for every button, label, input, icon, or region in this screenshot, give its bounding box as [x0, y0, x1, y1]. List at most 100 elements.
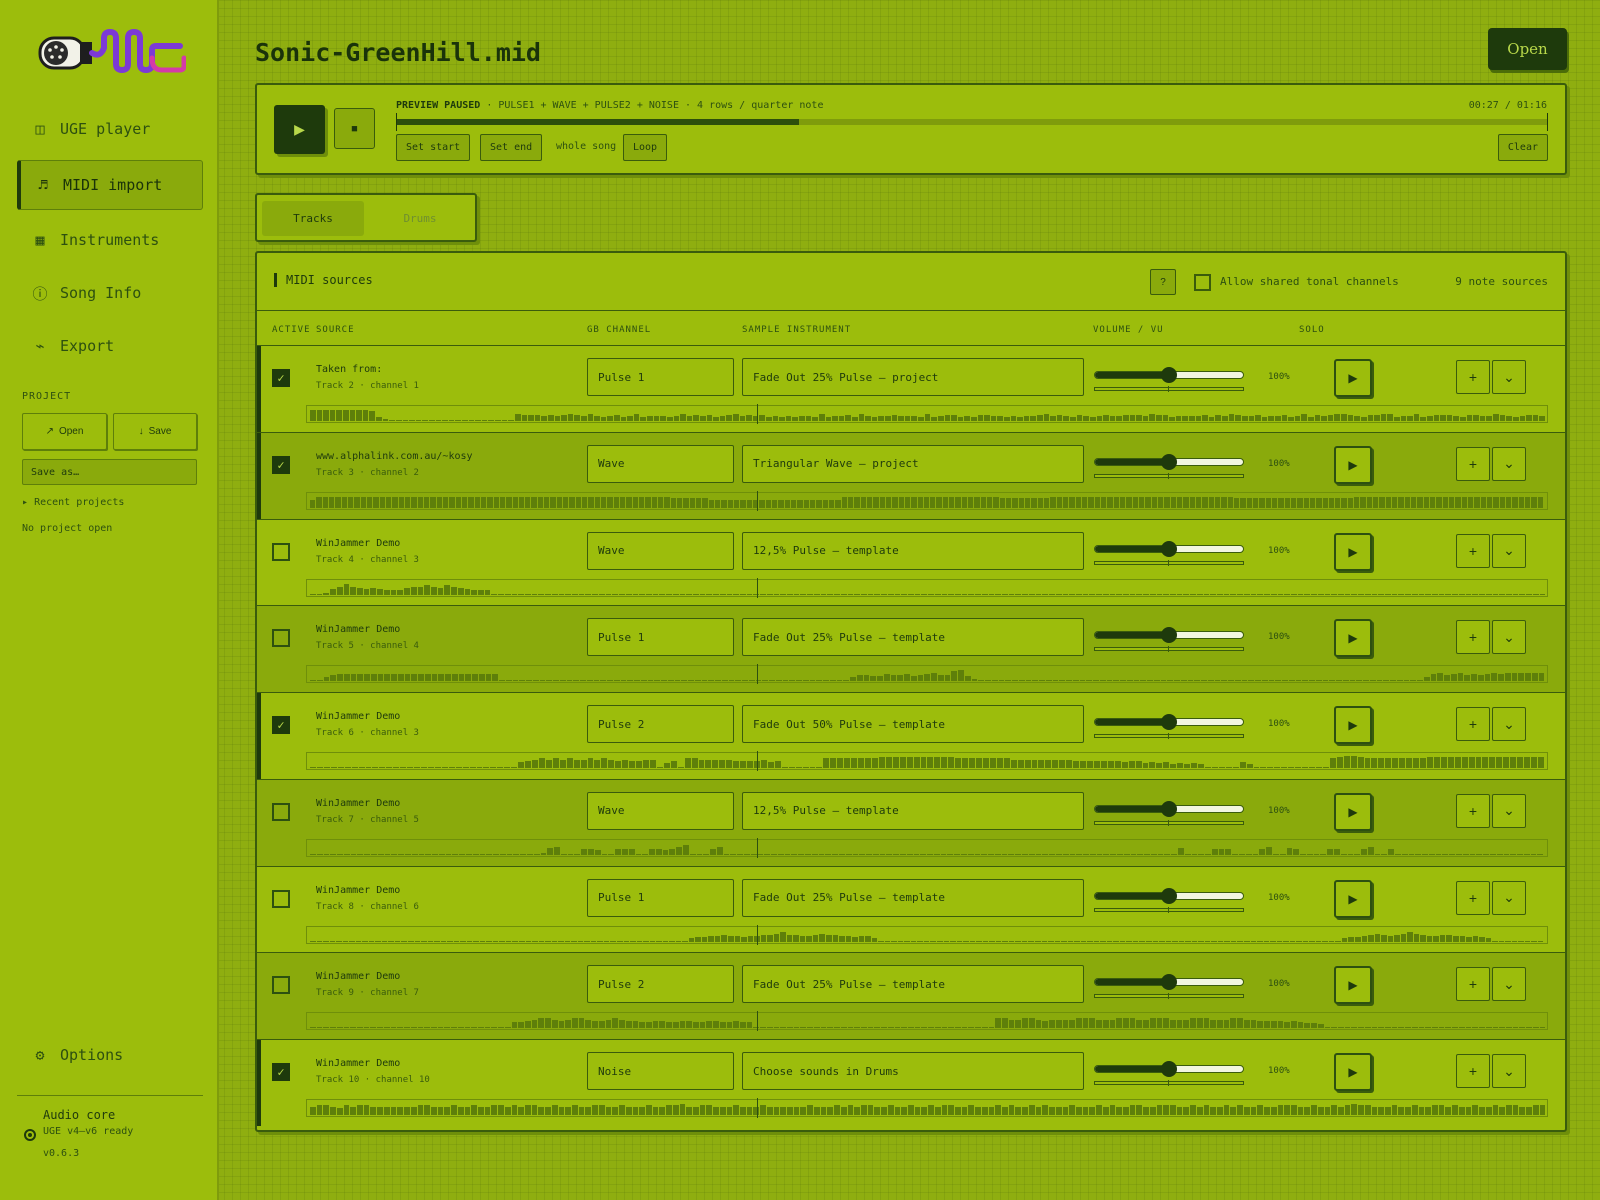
active-checkbox[interactable]	[272, 976, 290, 995]
solo-play-button[interactable]: ▶	[1334, 879, 1372, 918]
gb-channel-select[interactable]: Wave	[587, 444, 734, 483]
clear-button[interactable]: Clear	[1497, 134, 1548, 161]
activity-block	[1406, 758, 1413, 768]
solo-play-button[interactable]: ▶	[1334, 619, 1372, 658]
expand-button[interactable]: ⌄	[1492, 880, 1526, 915]
expand-button[interactable]: ⌄	[1492, 707, 1526, 741]
sample-instrument-select[interactable]: Fade Out 25% Pulse — project	[742, 358, 1084, 396]
sample-instrument-select[interactable]: Fade Out 25% Pulse — template	[742, 878, 1084, 917]
volume-knob[interactable]	[1161, 974, 1177, 991]
active-checkbox[interactable]	[272, 889, 290, 908]
help-button[interactable]: ?	[1150, 269, 1176, 295]
solo-play-button[interactable]: ▶	[1334, 1053, 1372, 1091]
gb-channel-select[interactable]: Pulse 1	[587, 618, 734, 657]
solo-play-button[interactable]: ▶	[1334, 532, 1372, 571]
volume-knob[interactable]	[1161, 887, 1177, 904]
volume-knob[interactable]	[1161, 540, 1177, 557]
tab-drums[interactable]: Drums	[369, 201, 471, 236]
volume-slider[interactable]	[1094, 887, 1244, 904]
volume-knob[interactable]	[1161, 453, 1177, 470]
nav-export[interactable]: ⌁ Export	[17, 321, 203, 371]
add-button[interactable]: +	[1456, 967, 1490, 1002]
expand-button[interactable]: ⌄	[1492, 793, 1526, 828]
volume-slider[interactable]	[1094, 800, 1244, 817]
expand-button[interactable]: ⌄	[1492, 620, 1526, 655]
solo-play-button[interactable]: ▶	[1334, 792, 1372, 831]
nav-options[interactable]: ⚙ Options	[17, 1030, 203, 1080]
seek-bar[interactable]	[396, 113, 1548, 131]
active-checkbox[interactable]: ✓	[272, 455, 290, 474]
play-button[interactable]: ▶	[274, 105, 325, 154]
volume-knob[interactable]	[1161, 627, 1177, 644]
gb-channel-select[interactable]: Noise	[587, 1052, 734, 1090]
expand-button[interactable]: ⌄	[1492, 446, 1526, 481]
sample-instrument-select[interactable]: 12,5% Pulse — template	[742, 531, 1084, 570]
expand-button[interactable]: ⌄	[1492, 360, 1526, 394]
volume-slider[interactable]	[1094, 367, 1244, 383]
add-button[interactable]: +	[1456, 446, 1490, 481]
save-as-input[interactable]	[22, 459, 197, 485]
active-checkbox[interactable]	[272, 629, 290, 648]
volume-knob[interactable]	[1161, 714, 1177, 730]
loop-start-marker[interactable]	[396, 113, 397, 131]
active-checkbox[interactable]: ✓	[272, 716, 290, 734]
recent-projects-toggle[interactable]: ▸ Recent projects	[22, 497, 124, 508]
sample-instrument-select[interactable]: Fade Out 25% Pulse — template	[742, 965, 1084, 1004]
nav-uge-player[interactable]: ◫ UGE player	[17, 104, 203, 154]
sample-instrument-select[interactable]: Fade Out 50% Pulse — template	[742, 705, 1084, 743]
volume-slider[interactable]	[1094, 714, 1244, 730]
project-open-button[interactable]: ↗ Open	[22, 413, 107, 450]
nav-song-info[interactable]: ⓘ Song Info	[17, 268, 203, 318]
active-checkbox[interactable]	[272, 542, 290, 561]
tab-tracks[interactable]: Tracks	[262, 201, 364, 236]
shared-channels-checkbox[interactable]	[1194, 274, 1211, 291]
active-checkbox[interactable]	[272, 802, 290, 821]
activity-block	[874, 1027, 881, 1029]
gb-channel-select[interactable]: Wave	[587, 791, 734, 830]
gb-channel-select[interactable]: Pulse 2	[587, 705, 734, 743]
add-button[interactable]: +	[1456, 620, 1490, 655]
gb-channel-select[interactable]: Pulse 1	[587, 878, 734, 917]
activity-block	[867, 593, 874, 595]
project-save-button[interactable]: ↓ Save	[113, 413, 197, 450]
gb-channel-select[interactable]: Pulse 2	[587, 965, 734, 1004]
add-button[interactable]: +	[1456, 360, 1490, 394]
add-button[interactable]: +	[1456, 880, 1490, 915]
solo-play-button[interactable]: ▶	[1334, 706, 1372, 744]
solo-play-button[interactable]: ▶	[1334, 359, 1372, 397]
expand-button[interactable]: ⌄	[1492, 533, 1526, 568]
add-button[interactable]: +	[1456, 793, 1490, 828]
solo-play-button[interactable]: ▶	[1334, 445, 1372, 484]
open-file-button[interactable]: Open	[1488, 28, 1567, 70]
stop-button[interactable]: ■	[334, 108, 375, 149]
nav-midi-import[interactable]: ♬ MIDI import	[17, 160, 203, 210]
volume-slider[interactable]	[1094, 627, 1244, 644]
set-start-button[interactable]: Set start	[396, 134, 471, 161]
volume-knob[interactable]	[1161, 800, 1177, 817]
volume-slider[interactable]	[1094, 453, 1244, 470]
gb-channel-select[interactable]: Wave	[587, 531, 734, 570]
active-checkbox[interactable]: ✓	[272, 369, 290, 387]
sample-instrument-select[interactable]: Choose sounds in Drums	[742, 1052, 1084, 1090]
sample-instrument-select[interactable]: Fade Out 25% Pulse — template	[742, 618, 1084, 657]
loop-button[interactable]: Loop	[623, 134, 668, 161]
volume-knob[interactable]	[1161, 1061, 1177, 1077]
sample-instrument-select[interactable]: 12,5% Pulse — template	[742, 791, 1084, 830]
volume-slider[interactable]	[1094, 974, 1244, 991]
add-button[interactable]: +	[1456, 533, 1490, 568]
expand-button[interactable]: ⌄	[1492, 1054, 1526, 1088]
loop-end-marker[interactable]	[1547, 113, 1548, 131]
volume-slider[interactable]	[1094, 540, 1244, 557]
add-button[interactable]: +	[1456, 707, 1490, 741]
solo-play-button[interactable]: ▶	[1334, 966, 1372, 1005]
nav-instruments[interactable]: ▦ Instruments	[17, 215, 203, 265]
expand-button[interactable]: ⌄	[1492, 967, 1526, 1002]
add-button[interactable]: +	[1456, 1054, 1490, 1088]
volume-slider[interactable]	[1094, 1061, 1244, 1077]
sample-instrument-select[interactable]: Triangular Wave — project	[742, 444, 1084, 483]
active-checkbox[interactable]: ✓	[272, 1063, 290, 1081]
gb-channel-select[interactable]: Pulse 1	[587, 358, 734, 396]
activity-block	[1003, 758, 1010, 768]
set-end-button[interactable]: Set end	[480, 134, 543, 161]
volume-knob[interactable]	[1161, 367, 1177, 383]
